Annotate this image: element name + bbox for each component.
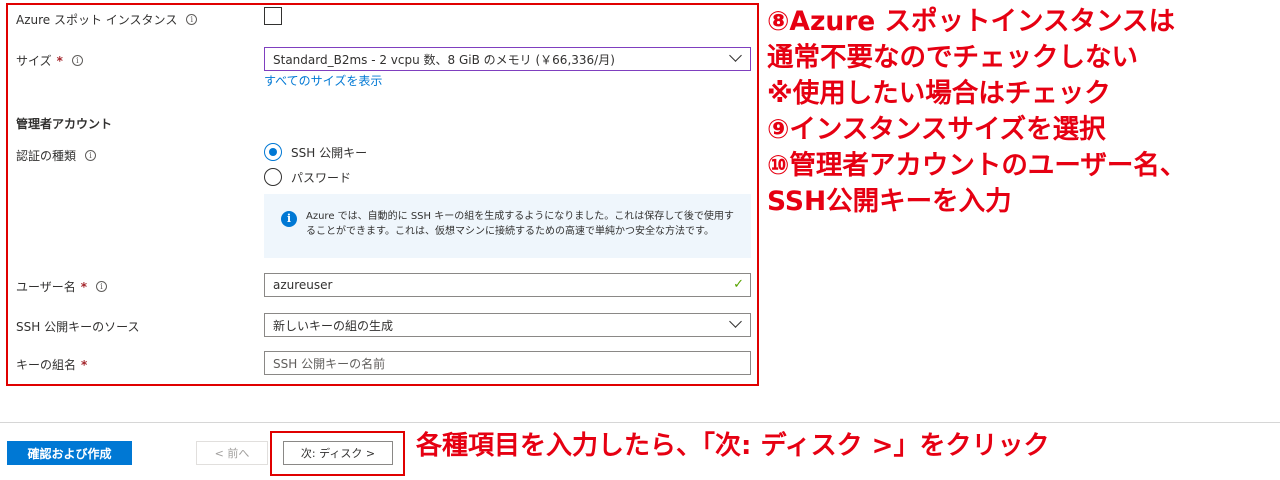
footer-divider	[0, 422, 1280, 423]
annotation-line: ※使用したい場合はチェック	[767, 78, 1111, 109]
annotation-frame	[6, 3, 759, 386]
annotation-line: ⑨インスタンスサイズを選択	[767, 114, 1106, 145]
review-create-button[interactable]: 確認および作成	[7, 441, 132, 465]
annotation-line: SSH公開キーを入力	[767, 186, 1012, 217]
annotation-text: ⑧Azure スポットインスタンスは 通常不要なのでチェックしない ※使用したい…	[767, 4, 1186, 220]
bottom-annotation: 各種項目を入力したら、「次: ディスク >」をクリック	[416, 431, 1050, 461]
annotation-line: 通常不要なのでチェックしない	[767, 42, 1138, 73]
next-button-highlight-frame	[270, 431, 405, 476]
previous-button[interactable]: < 前へ	[196, 441, 268, 465]
annotation-line: ⑧Azure スポットインスタンスは	[767, 6, 1175, 37]
annotation-line: ⑩管理者アカウントのユーザー名、	[767, 150, 1187, 181]
